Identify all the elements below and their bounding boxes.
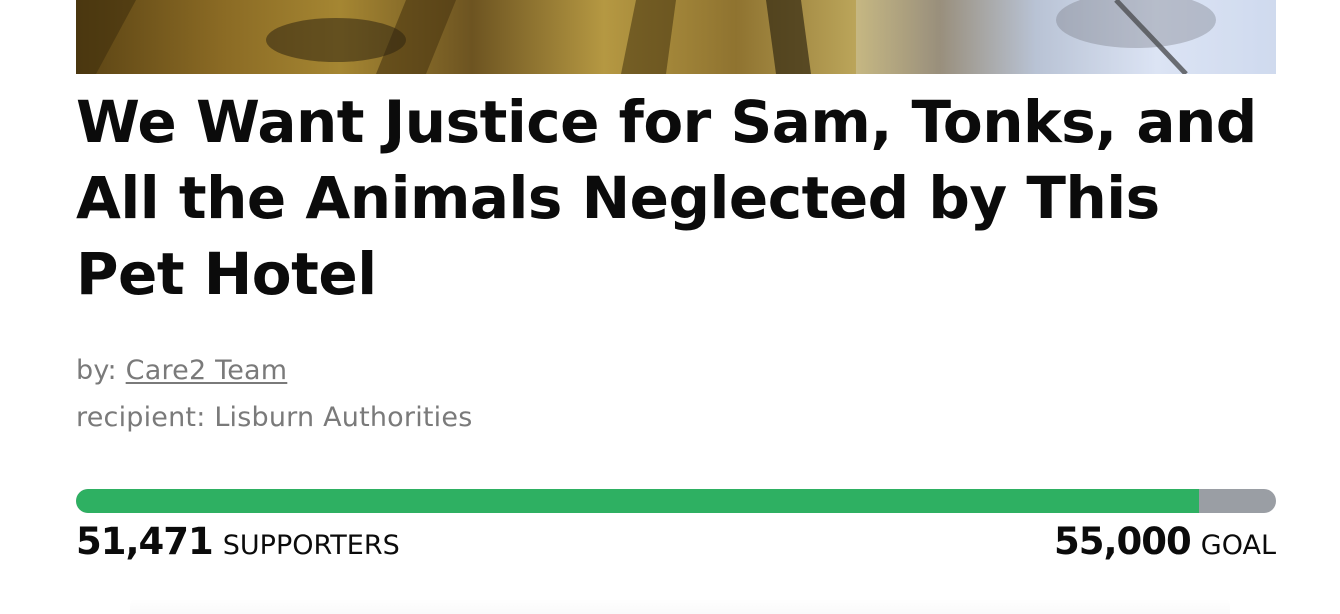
petition-hero-image: [76, 0, 1276, 74]
signature-progress-fill: [76, 489, 1199, 513]
petition-recipient: recipient: Lisburn Authorities: [76, 402, 472, 433]
goal-label: GOAL: [1200, 530, 1276, 561]
signature-progress-bar: [76, 489, 1276, 513]
petition-author: by: Care2 Team: [76, 355, 287, 386]
goal-count: 55,000 GOAL: [1054, 520, 1276, 563]
supporters-count: 51,471 SUPPORTERS: [76, 520, 400, 563]
supporters-label: SUPPORTERS: [222, 530, 400, 561]
goal-number: 55,000: [1054, 520, 1192, 563]
recipient-prefix: recipient:: [76, 402, 206, 433]
author-link[interactable]: Care2 Team: [126, 355, 288, 386]
petition-page: We Want Justice for Sam, Tonks, and All …: [0, 0, 1340, 614]
petition-title: We Want Justice for Sam, Tonks, and All …: [76, 88, 1257, 308]
supporters-number: 51,471: [76, 520, 214, 563]
author-prefix: by:: [76, 355, 117, 386]
wooden-floor-photo: [76, 0, 1276, 74]
recipient-name: Lisburn Authorities: [214, 402, 473, 433]
content-card-edge: [130, 598, 1230, 614]
